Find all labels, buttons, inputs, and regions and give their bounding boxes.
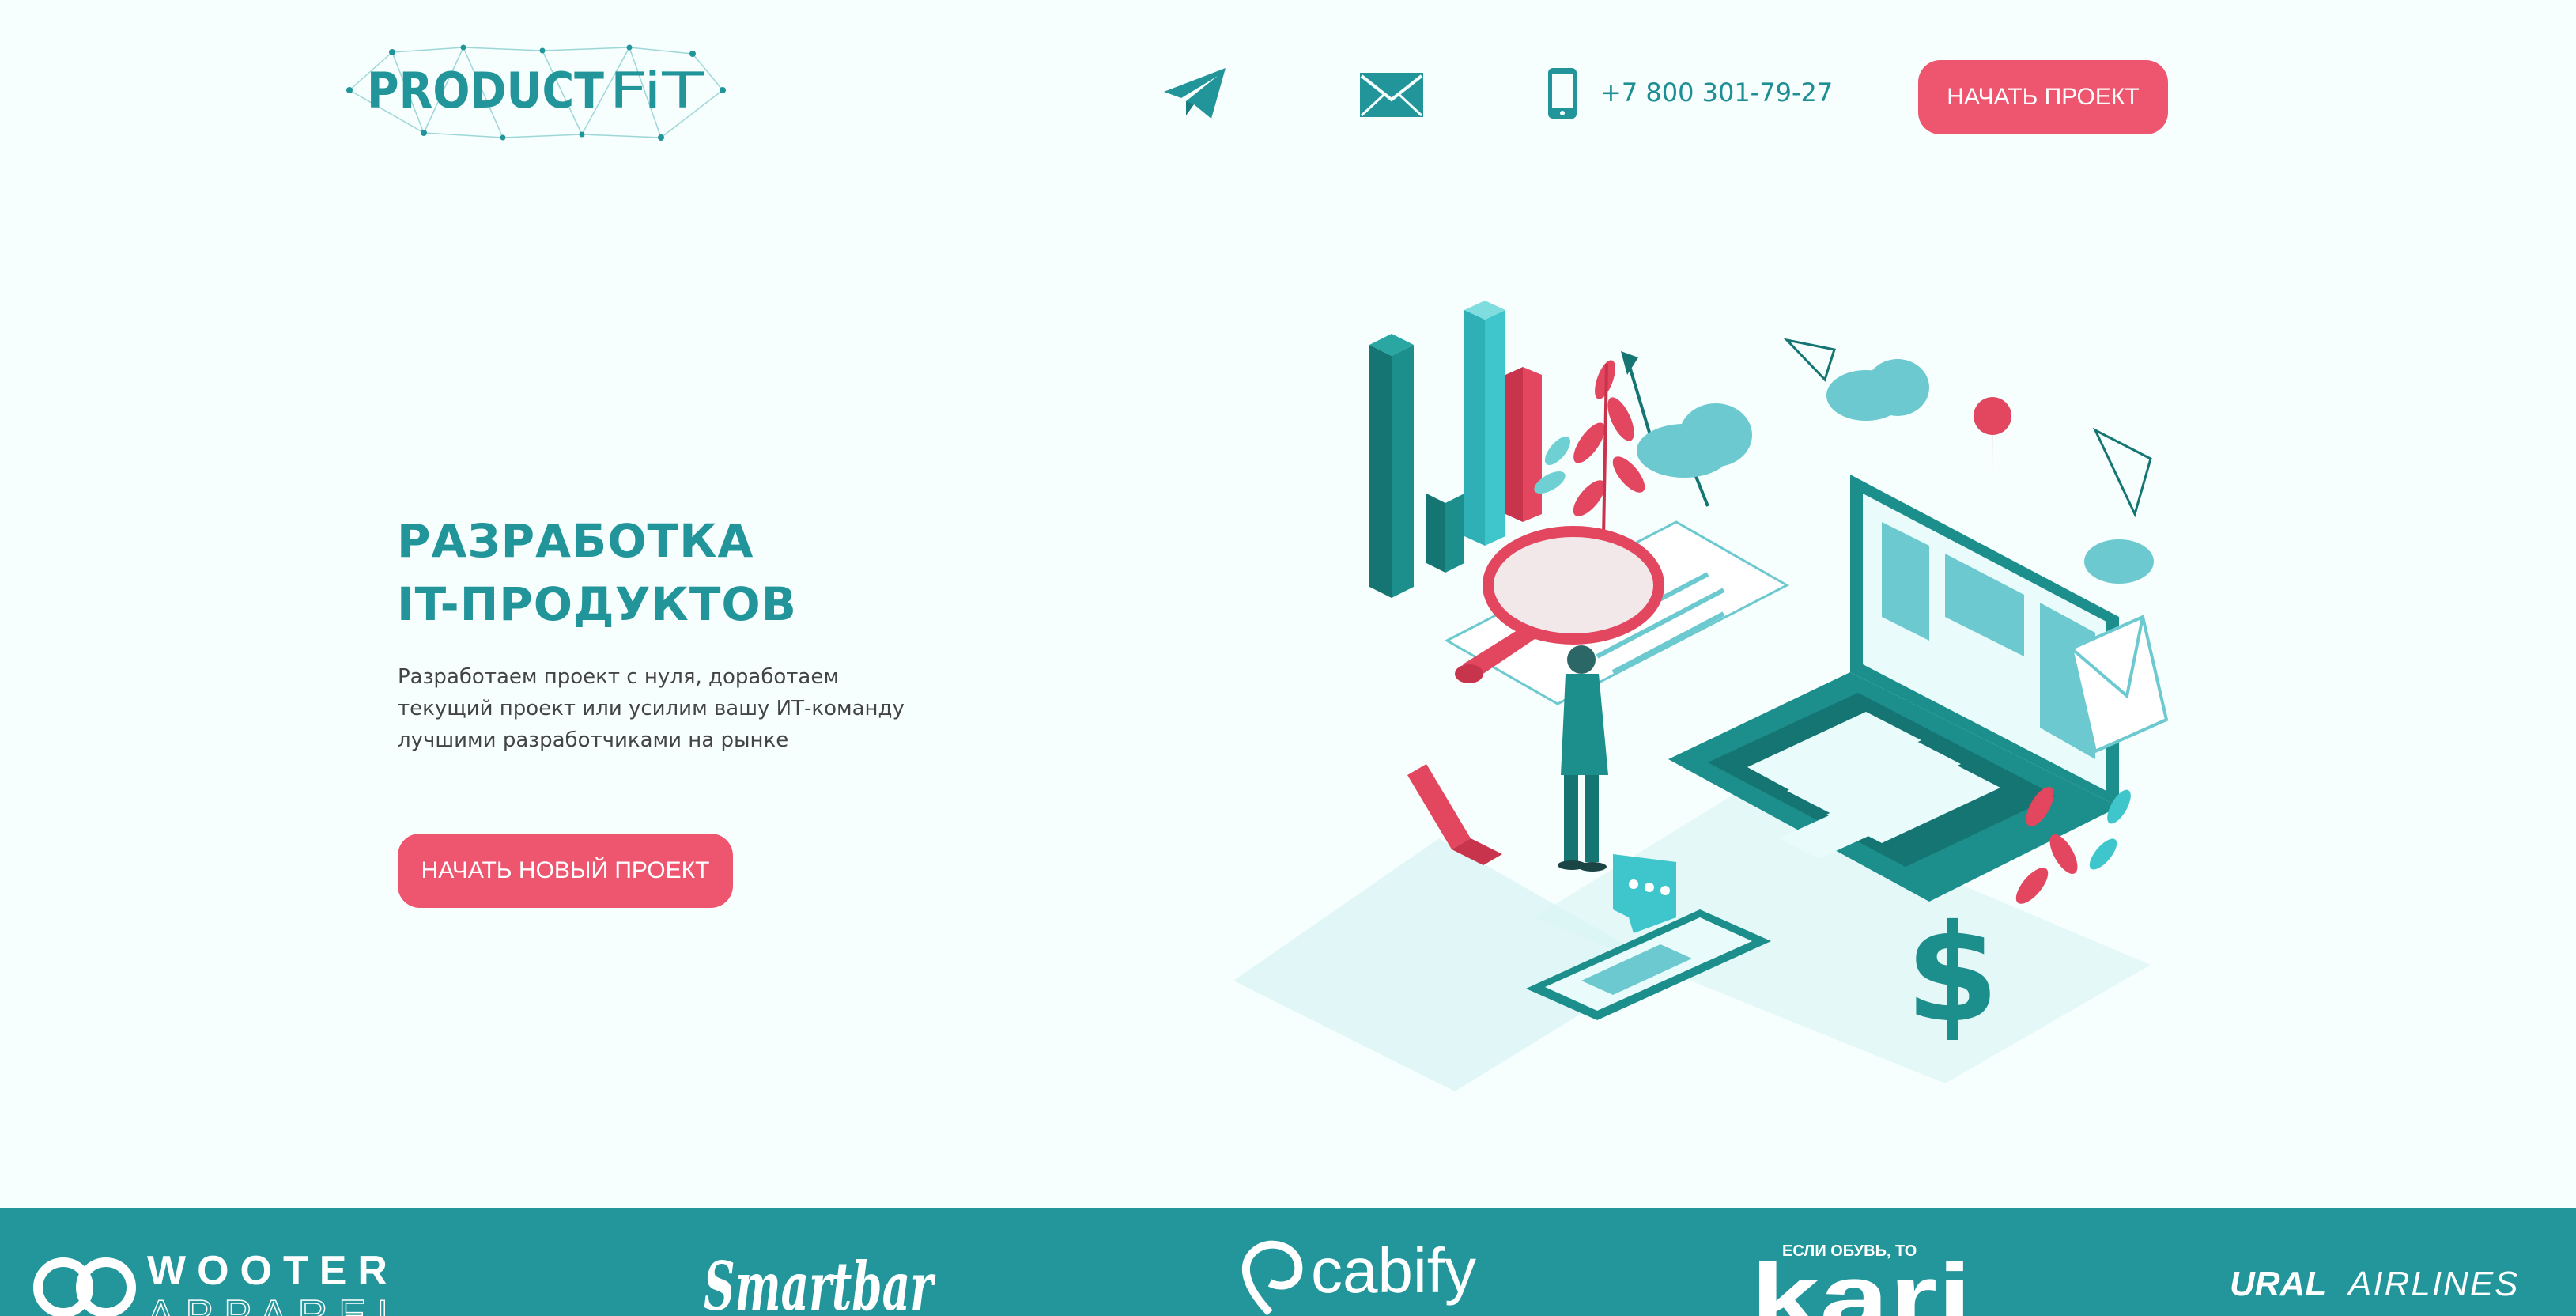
airlines-wordmark: AIRLINES bbox=[2346, 1265, 2520, 1303]
productfit-logo[interactable]: PRODUCT FiT bbox=[345, 44, 727, 142]
paper-plane-icon-small bbox=[1783, 338, 1836, 382]
location-pin-icon bbox=[1974, 397, 2012, 475]
hero-title: РАЗРАБОТКА IT-ПРОДУКТОВ bbox=[397, 509, 797, 636]
phone-link[interactable] bbox=[1547, 66, 1578, 120]
wooter-logo: WOOTER APPAREL bbox=[33, 1248, 411, 1316]
envelope-icon bbox=[1360, 73, 1423, 117]
pink-plant-graphic bbox=[1573, 360, 1645, 516]
start-new-project-button[interactable]: НАЧАТЬ НОВЫЙ ПРОЕКТ bbox=[398, 834, 733, 908]
client-logo-smartbar: Smartbar bbox=[704, 1237, 941, 1316]
start-project-button[interactable]: НАЧАТЬ ПРОЕКТ bbox=[1918, 60, 2168, 134]
hero-desc-line2: текущий проект или усилим вашу ИТ-команд… bbox=[398, 697, 905, 720]
logo-network-graphic: PRODUCT FiT bbox=[346, 44, 726, 141]
smartbar-logo: Smartbar bbox=[704, 1247, 936, 1316]
cabify-logo: cabify bbox=[1242, 1235, 1476, 1316]
dollar-sign-graphic: $ bbox=[1906, 896, 1999, 1053]
hero-description: Разработаем проект с нуля, доработаем те… bbox=[398, 661, 935, 756]
phone-number[interactable]: +7 800 301-79-27 bbox=[1600, 78, 1833, 108]
cabify-wordmark: cabify bbox=[1311, 1237, 1476, 1306]
hero-title-line1: РАЗРАБОТКА bbox=[397, 514, 754, 568]
paper-plane-icon bbox=[2092, 427, 2152, 518]
telegram-plane-icon bbox=[1164, 68, 1226, 119]
hero-illustration: $ bbox=[1233, 285, 2182, 1091]
client-logo-ural-airlines: URAL AIRLINES bbox=[2230, 1264, 2562, 1307]
telegram-link[interactable] bbox=[1162, 66, 1229, 120]
isometric-it-illustration: $ bbox=[1233, 301, 2169, 1091]
logo-text-product: PRODUCT bbox=[367, 62, 604, 119]
hero-desc-line3: лучшими разработчиками на рынке bbox=[398, 728, 789, 752]
kari-logo: ЕСЛИ ОБУВЬ, ТО kari bbox=[1751, 1242, 1972, 1316]
hero-desc-line1: Разработаем проект с нуля, доработаем bbox=[398, 665, 839, 689]
ural-wordmark: URAL bbox=[2230, 1265, 2326, 1303]
email-link[interactable] bbox=[1358, 71, 1425, 119]
client-logo-kari: ЕСЛИ ОБУВЬ, ТО kari bbox=[1751, 1237, 1988, 1316]
cabify-pin-icon bbox=[1242, 1240, 1303, 1316]
mobile-phone-icon bbox=[1548, 68, 1577, 119]
client-logo-cabify: cabify bbox=[1235, 1235, 1504, 1316]
clients-logo-strip: WOOTER APPAREL Smartbar cabify ЕСЛИ ОБУВ… bbox=[0, 1208, 2576, 1316]
smartbar-wordmark: Smartbar bbox=[704, 1247, 936, 1316]
client-logo-wooter-apparel: WOOTER APPAREL bbox=[28, 1248, 471, 1316]
wooter-wordmark: WOOTER bbox=[147, 1250, 398, 1294]
ural-airlines-logo: URAL AIRLINES bbox=[2230, 1265, 2520, 1303]
logo-text-fit: FiT bbox=[609, 62, 705, 119]
kari-wordmark: kari bbox=[1751, 1245, 1972, 1316]
apparel-wordmark: APPAREL bbox=[147, 1292, 411, 1316]
hero-title-line2: IT-ПРОДУКТОВ bbox=[397, 577, 797, 631]
magnifier-graphic bbox=[1483, 526, 1664, 645]
